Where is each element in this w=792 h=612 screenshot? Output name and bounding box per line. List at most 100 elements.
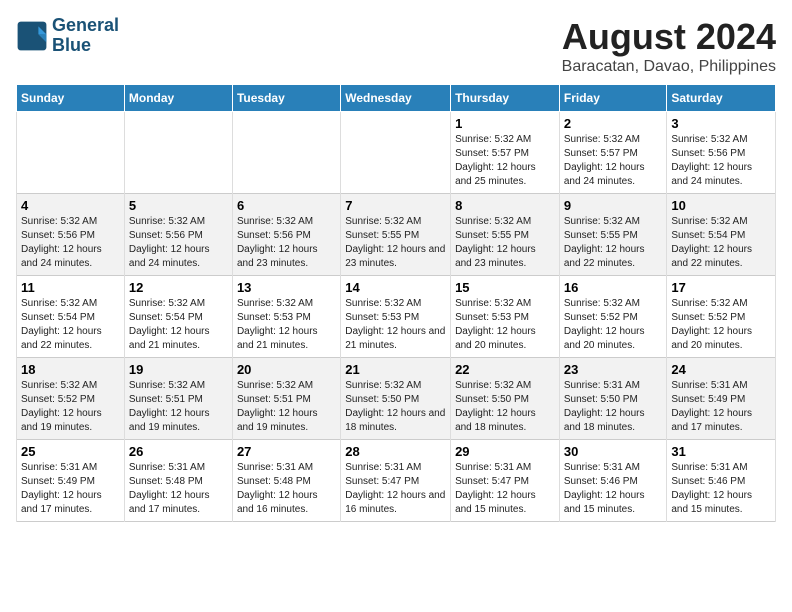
day-info: Sunrise: 5:32 AM Sunset: 5:55 PM Dayligh… — [564, 215, 663, 271]
day-number: 30 — [564, 444, 663, 459]
calendar-cell: 3Sunrise: 5:32 AM Sunset: 5:56 PM Daylig… — [667, 112, 776, 194]
day-number: 21 — [345, 362, 446, 377]
calendar-cell: 24 Sunrise: 5:31 AM Sunset: 5:49 PM Dayli… — [667, 358, 776, 440]
calendar-cell: 26 Sunrise: 5:31 AM Sunset: 5:48 PM Dayli… — [124, 440, 232, 522]
weekday-header: Tuesday — [232, 85, 340, 112]
calendar-cell: 9 Sunrise: 5:32 AM Sunset: 5:55 PM Daylig… — [559, 194, 667, 276]
calendar-cell: 6 Sunrise: 5:32 AM Sunset: 5:56 PM Daylig… — [232, 194, 340, 276]
calendar-week-row: 4 Sunrise: 5:32 AM Sunset: 5:56 PM Daylig… — [17, 194, 776, 276]
calendar-cell: 28 Sunrise: 5:31 AM Sunset: 5:47 PM Dayli… — [341, 440, 451, 522]
day-number: 27 — [237, 444, 336, 459]
day-info: Sunrise: 5:31 AM Sunset: 5:49 PM Dayligh… — [21, 461, 120, 517]
calendar-week-row: 11 Sunrise: 5:32 AM Sunset: 5:54 PM Dayli… — [17, 276, 776, 358]
day-info: Sunrise: 5:32 AM Sunset: 5:52 PM Dayligh… — [21, 379, 120, 435]
day-info: Sunrise: 5:32 AM Sunset: 5:53 PM Dayligh… — [455, 297, 555, 353]
day-info: Sunrise: 5:32 AM Sunset: 5:52 PM Dayligh… — [671, 297, 771, 353]
day-number: 20 — [237, 362, 336, 377]
logo-line1: General — [52, 16, 119, 36]
day-number: 9 — [564, 198, 663, 213]
day-number: 28 — [345, 444, 446, 459]
calendar-cell: 25 Sunrise: 5:31 AM Sunset: 5:49 PM Dayli… — [17, 440, 125, 522]
logo-line2: Blue — [52, 36, 119, 56]
day-info: Sunrise: 5:31 AM Sunset: 5:47 PM Dayligh… — [345, 461, 446, 517]
weekday-header: Sunday — [17, 85, 125, 112]
calendar-week-row: 1 Sunrise: 5:32 AM Sunset: 5:57 PM Daylig… — [17, 112, 776, 194]
day-number: 3 — [671, 116, 771, 131]
day-number: 5 — [129, 198, 228, 213]
day-info: Sunrise: 5:31 AM Sunset: 5:46 PM Dayligh… — [564, 461, 663, 517]
logo-icon — [16, 20, 48, 52]
calendar-cell: 21 Sunrise: 5:32 AM Sunset: 5:50 PM Dayli… — [341, 358, 451, 440]
day-number: 17 — [671, 280, 771, 295]
calendar-cell: 18 Sunrise: 5:32 AM Sunset: 5:52 PM Dayli… — [17, 358, 125, 440]
calendar-header-row: SundayMondayTuesdayWednesdayThursdayFrid… — [17, 85, 776, 112]
day-number: 16 — [564, 280, 663, 295]
day-info: Sunrise: 5:32 AM Sunset: 5:54 PM Dayligh… — [21, 297, 120, 353]
day-number: 24 — [671, 362, 771, 377]
day-info: Sunrise: 5:32 AM Sunset: 5:56 PM Dayligh… — [21, 215, 120, 271]
calendar-cell: 10 Sunrise: 5:32 AM Sunset: 5:54 PM Dayli… — [667, 194, 776, 276]
day-info: Sunrise: 5:32 AM Sunset: 5:57 PM Dayligh… — [455, 133, 555, 189]
day-number: 7 — [345, 198, 446, 213]
day-number: 1 — [455, 116, 555, 131]
calendar-cell: 14Sunrise: 5:32 AM Sunset: 5:53 PM Dayli… — [341, 276, 451, 358]
calendar-week-row: 18 Sunrise: 5:32 AM Sunset: 5:52 PM Dayli… — [17, 358, 776, 440]
day-number: 15 — [455, 280, 555, 295]
day-info: Sunrise: 5:31 AM Sunset: 5:50 PM Dayligh… — [564, 379, 663, 435]
day-info: Sunrise: 5:32 AM Sunset: 5:54 PM Dayligh… — [671, 215, 771, 271]
day-number: 11 — [21, 280, 120, 295]
day-info: Sunrise: 5:32 AM Sunset: 5:53 PM Dayligh… — [237, 297, 336, 353]
calendar-cell: 23 Sunrise: 5:31 AM Sunset: 5:50 PM Dayli… — [559, 358, 667, 440]
calendar-cell: 15 Sunrise: 5:32 AM Sunset: 5:53 PM Dayli… — [451, 276, 560, 358]
calendar-cell: 31 Sunrise: 5:31 AM Sunset: 5:46 PM Dayli… — [667, 440, 776, 522]
calendar-cell: 11 Sunrise: 5:32 AM Sunset: 5:54 PM Dayli… — [17, 276, 125, 358]
logo: General Blue — [16, 16, 119, 56]
day-info: Sunrise: 5:32 AM Sunset: 5:56 PM Dayligh… — [129, 215, 228, 271]
weekday-header: Friday — [559, 85, 667, 112]
calendar-table: SundayMondayTuesdayWednesdayThursdayFrid… — [16, 84, 776, 522]
day-number: 25 — [21, 444, 120, 459]
day-info: Sunrise: 5:31 AM Sunset: 5:46 PM Dayligh… — [671, 461, 771, 517]
day-number: 18 — [21, 362, 120, 377]
calendar-cell — [232, 112, 340, 194]
day-number: 6 — [237, 198, 336, 213]
weekday-header: Monday — [124, 85, 232, 112]
calendar-cell: 1 Sunrise: 5:32 AM Sunset: 5:57 PM Daylig… — [451, 112, 560, 194]
day-info: Sunrise: 5:32 AM Sunset: 5:57 PM Dayligh… — [564, 133, 663, 189]
day-info: Sunrise: 5:32 AM Sunset: 5:50 PM Dayligh… — [455, 379, 555, 435]
page-header: General Blue August 2024 Baracatan, Dava… — [16, 16, 776, 76]
title-area: August 2024 Baracatan, Davao, Philippine… — [562, 16, 776, 76]
day-info: Sunrise: 5:32 AM Sunset: 5:56 PM Dayligh… — [237, 215, 336, 271]
calendar-week-row: 25 Sunrise: 5:31 AM Sunset: 5:49 PM Dayli… — [17, 440, 776, 522]
weekday-header: Wednesday — [341, 85, 451, 112]
day-info: Sunrise: 5:32 AM Sunset: 5:50 PM Dayligh… — [345, 379, 446, 435]
calendar-cell: 5 Sunrise: 5:32 AM Sunset: 5:56 PM Daylig… — [124, 194, 232, 276]
day-number: 22 — [455, 362, 555, 377]
weekday-header: Saturday — [667, 85, 776, 112]
day-number: 26 — [129, 444, 228, 459]
day-number: 4 — [21, 198, 120, 213]
weekday-header: Thursday — [451, 85, 560, 112]
day-info: Sunrise: 5:31 AM Sunset: 5:48 PM Dayligh… — [129, 461, 228, 517]
calendar-cell — [124, 112, 232, 194]
calendar-cell — [17, 112, 125, 194]
calendar-cell — [341, 112, 451, 194]
day-info: Sunrise: 5:32 AM Sunset: 5:55 PM Dayligh… — [455, 215, 555, 271]
day-info: Sunrise: 5:31 AM Sunset: 5:49 PM Dayligh… — [671, 379, 771, 435]
day-number: 13 — [237, 280, 336, 295]
day-info: Sunrise: 5:31 AM Sunset: 5:48 PM Dayligh… — [237, 461, 336, 517]
day-info: Sunrise: 5:32 AM Sunset: 5:51 PM Dayligh… — [237, 379, 336, 435]
calendar-cell: 19Sunrise: 5:32 AM Sunset: 5:51 PM Dayli… — [124, 358, 232, 440]
day-number: 2 — [564, 116, 663, 131]
calendar-cell: 17 Sunrise: 5:32 AM Sunset: 5:52 PM Dayli… — [667, 276, 776, 358]
calendar-cell: 13 Sunrise: 5:32 AM Sunset: 5:53 PM Dayli… — [232, 276, 340, 358]
day-number: 14 — [345, 280, 446, 295]
location: Baracatan, Davao, Philippines — [562, 58, 776, 76]
day-number: 10 — [671, 198, 771, 213]
calendar-cell: 16Sunrise: 5:32 AM Sunset: 5:52 PM Dayli… — [559, 276, 667, 358]
day-number: 23 — [564, 362, 663, 377]
day-number: 31 — [671, 444, 771, 459]
day-info: Sunrise: 5:32 AM Sunset: 5:51 PM Dayligh… — [129, 379, 228, 435]
day-info: Sunrise: 5:31 AM Sunset: 5:47 PM Dayligh… — [455, 461, 555, 517]
calendar-cell: 12Sunrise: 5:32 AM Sunset: 5:54 PM Dayli… — [124, 276, 232, 358]
